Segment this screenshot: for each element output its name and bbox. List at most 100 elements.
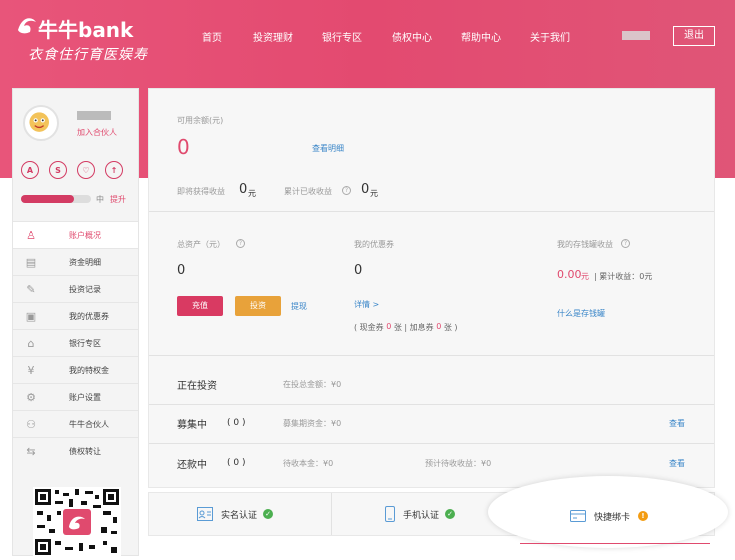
coupon-note-mid: 张 | 加息券 — [393, 323, 434, 332]
coupon-icon: ▣ — [25, 309, 37, 323]
coupon-detail-link[interactable]: 详情 > — [354, 299, 379, 310]
savings-total: | 累计收益：0元 — [594, 272, 653, 281]
sidebar-item-label: 银行专区 — [69, 338, 101, 348]
sidebar-item-4[interactable]: ⌂ 银行专区 — [13, 329, 138, 356]
phone-icon — [385, 506, 395, 522]
sidebar-item-5[interactable]: ¥ 我的特权金 — [13, 356, 138, 383]
sidebar-item-6[interactable]: ⚙ 账户设置 — [13, 383, 138, 410]
nav-about[interactable]: 关于我们 — [530, 29, 570, 44]
cash-coupon-count: 0 — [386, 322, 392, 331]
nav-help[interactable]: 帮助中心 — [461, 29, 501, 44]
sidebar-item-3[interactable]: ▣ 我的优惠券 — [13, 302, 138, 329]
investment-view-link[interactable]: 查看 — [669, 418, 685, 429]
received-income-help-icon[interactable]: ? — [339, 185, 351, 195]
investment-row-amount: 募集期资金：¥0 — [283, 419, 342, 428]
investment-row-expected: 预计待收收益：¥0 — [425, 459, 492, 468]
bind-card-label: 快捷绑卡 — [594, 512, 631, 523]
sidebar-item-8[interactable]: ⇆ 债权转让 — [13, 437, 138, 464]
investment-row-title: 正在投资 — [177, 381, 217, 392]
sidebar-item-label: 账户设置 — [69, 392, 101, 402]
total-assets-help-icon[interactable]: ? — [233, 238, 245, 248]
available-balance-value: 0 — [177, 135, 190, 159]
card-badge-icon[interactable]: S — [49, 161, 67, 179]
nav-invest[interactable]: 投资理财 — [253, 29, 293, 44]
upgrade-badge-icon[interactable]: ↑ — [105, 161, 123, 179]
transfer-icon: ⇆ — [26, 444, 36, 458]
avatar[interactable] — [23, 105, 59, 141]
investment-row-count: ( 0 ) — [227, 458, 246, 468]
divider — [149, 355, 714, 356]
shield-badge-icon[interactable]: ♡ — [77, 161, 95, 179]
investment-row-amount: 在投总金额：¥0 — [283, 380, 342, 389]
security-level-text: 中 — [96, 195, 104, 204]
sidebar-item-2[interactable]: ✎ 投资记录 — [13, 275, 138, 302]
sidebar-item-label: 我的特权金 — [69, 365, 109, 375]
bank-icon: ⌂ — [27, 336, 35, 350]
security-level-bar — [21, 195, 91, 203]
nav-debt[interactable]: 债权中心 — [392, 29, 432, 44]
verified-check-icon: ✓ — [445, 509, 456, 519]
savings-help-icon[interactable]: ? — [618, 238, 630, 248]
verification-badges: A S ♡ ↑ — [21, 161, 133, 179]
sidebar: 加入合伙人 A S ♡ ↑ 中 提升 ♙ 账户概况 ▤ 资金明细 ✎ 投资记录 ▣ 我的优惠券… — [12, 88, 139, 557]
record-icon: ✎ — [26, 282, 36, 296]
identity-badge-icon[interactable]: A — [21, 161, 39, 179]
coupon-summary: ( 现金券 0 张 | 加息券 0 张 ) — [354, 322, 458, 333]
balance-detail-link[interactable]: 查看明细 — [312, 143, 344, 154]
sidebar-item-label: 账户概况 — [69, 230, 101, 240]
investment-row-amount: 待收本金：¥0 — [283, 459, 334, 468]
savings-label: 我的存钱罐收益 — [557, 240, 613, 249]
withdraw-link[interactable]: 提现 — [291, 301, 307, 312]
avatar-icon — [29, 112, 49, 132]
total-assets-label: 总资产（元） — [177, 240, 225, 249]
active-underline — [520, 543, 710, 544]
verified-check-icon: ✓ — [263, 509, 274, 519]
nav-home[interactable]: 首页 — [202, 29, 222, 44]
total-assets-value: 0 — [177, 263, 186, 278]
recharge-button[interactable]: 充值 — [177, 296, 223, 316]
coupon-value: 0 — [354, 263, 363, 278]
sidebar-item-0[interactable]: ♙ 账户概况 — [13, 221, 138, 248]
security-level-fill — [21, 195, 74, 203]
pending-income-unit: 元 — [248, 189, 256, 198]
bank-card-icon — [570, 510, 586, 522]
account-overview-panel: 可用余额(元) 0 查看明细 即将获得收益 0 元 累计已收收益 ? 0 元 总… — [148, 88, 715, 488]
investment-view-link[interactable]: 查看 — [669, 458, 685, 469]
partners-icon: ⚇ — [26, 417, 36, 431]
savings-info-link[interactable]: 什么是存钱罐 — [557, 308, 605, 319]
brand-name: 牛牛bank — [38, 18, 134, 42]
savings-value: 0.00 — [557, 268, 582, 281]
phone-verify[interactable]: 手机认证 ✓ — [385, 493, 456, 535]
savings-unit: 元 — [581, 272, 589, 281]
sidebar-item-label: 资金明细 — [69, 257, 101, 267]
divider — [149, 211, 714, 212]
pending-income-value: 0 — [239, 182, 248, 197]
logo[interactable]: 牛牛bank 衣食住行育医娱寿 — [8, 8, 158, 68]
sidebar-item-label: 债权转让 — [69, 446, 101, 456]
coupon-note-suffix: 张 ) — [443, 323, 458, 332]
upgrade-link[interactable]: 提升 — [110, 194, 126, 205]
investment-row-title: 还款中 — [177, 460, 207, 471]
sidebar-item-7[interactable]: ⚇ 牛牛合伙人 — [13, 410, 138, 437]
pending-income-label: 即将获得收益 — [177, 187, 225, 196]
sidebar-item-label: 投资记录 — [69, 284, 101, 294]
logout-button[interactable]: 退出 — [673, 26, 715, 46]
received-income-unit: 元 — [370, 189, 378, 198]
username-redacted — [77, 111, 111, 120]
investment-row-count: ( 0 ) — [227, 418, 246, 428]
document-icon: ▤ — [25, 255, 37, 269]
coupon-label: 我的优惠券 — [354, 240, 394, 249]
received-income-value: 0 — [361, 182, 370, 197]
realname-verify[interactable]: 实名认证 ✓ — [197, 493, 274, 535]
brand-logo-icon — [18, 18, 36, 34]
nav-bank[interactable]: 银行专区 — [322, 29, 362, 44]
person-icon: ♙ — [26, 228, 36, 242]
invest-button[interactable]: 投资 — [235, 296, 281, 316]
investment-row-title: 募集中 — [177, 420, 207, 431]
bind-card-verify[interactable]: 快捷绑卡 ! — [570, 506, 649, 526]
join-partner-link[interactable]: 加入合伙人 — [77, 127, 117, 138]
sidebar-item-label: 我的优惠券 — [69, 311, 109, 321]
sidebar-item-1[interactable]: ▤ 资金明细 — [13, 248, 138, 275]
username-redacted[interactable] — [622, 31, 650, 40]
divider — [149, 404, 714, 405]
